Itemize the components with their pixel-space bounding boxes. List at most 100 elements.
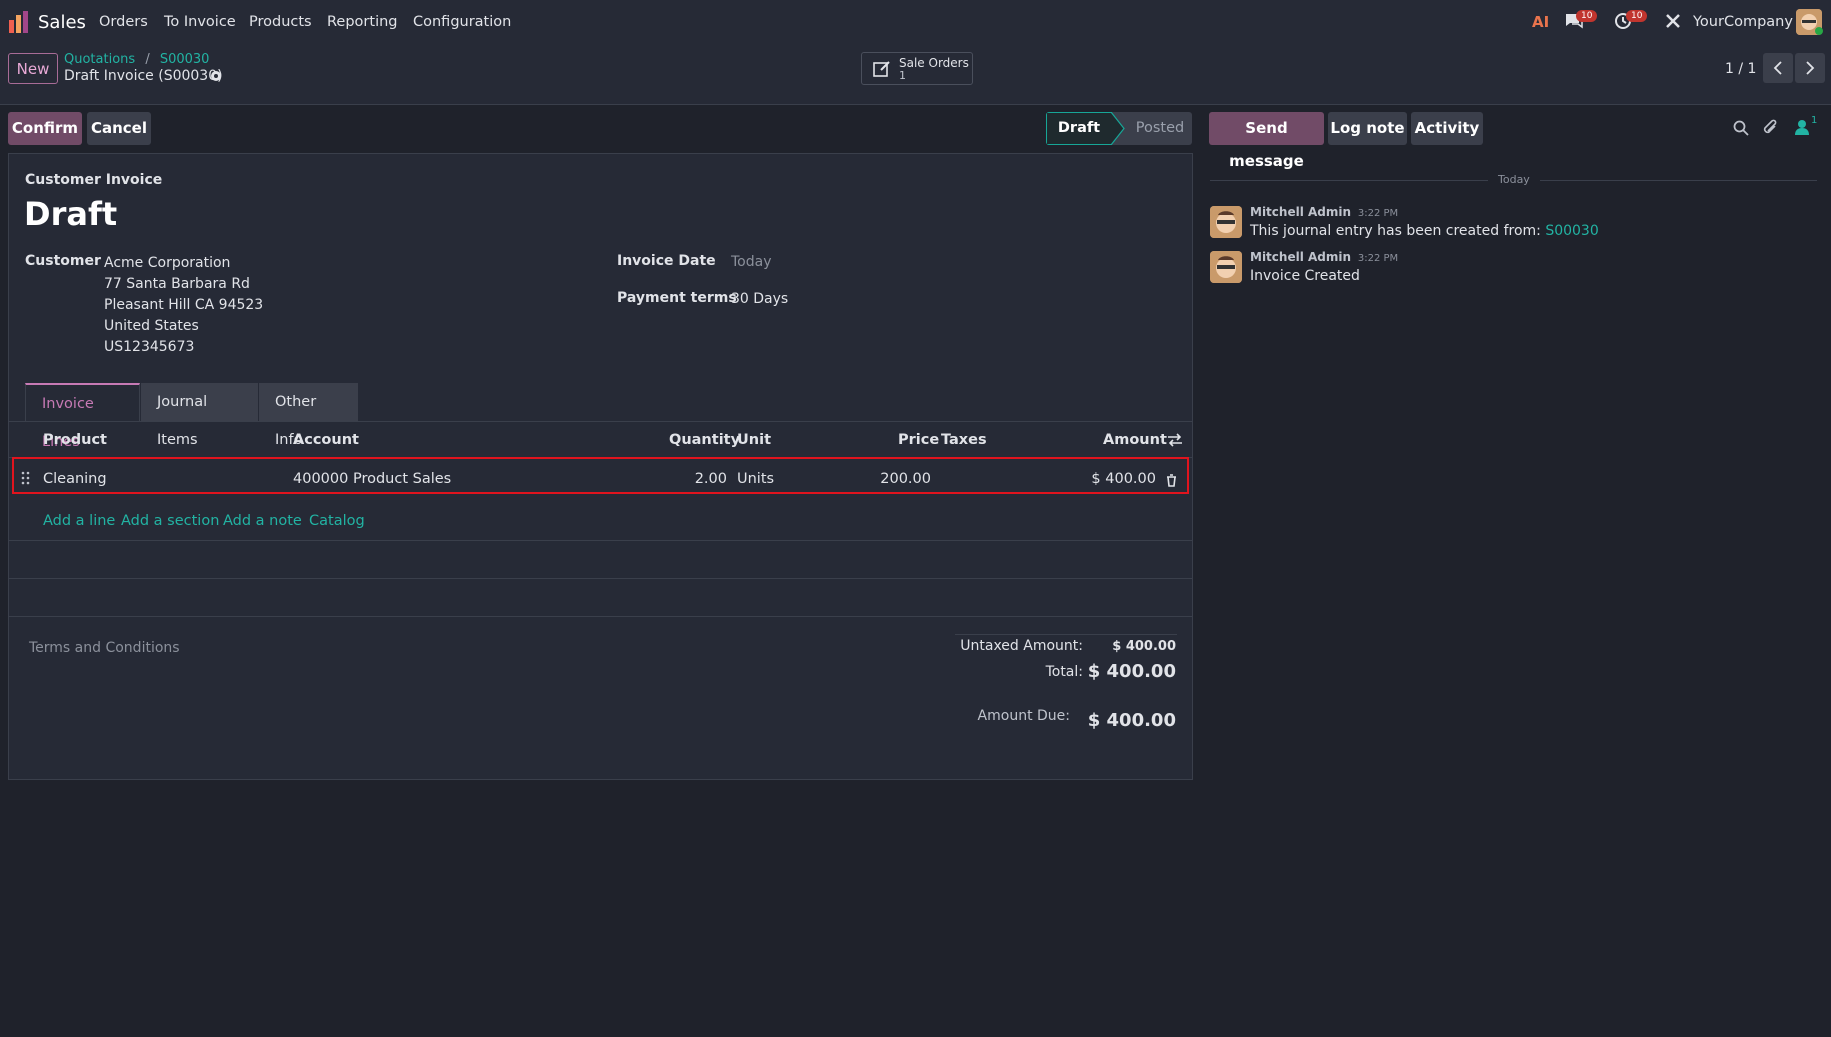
table-row[interactable] [12, 457, 1189, 494]
gear-icon[interactable] [209, 69, 223, 87]
menu-products[interactable]: Products [249, 14, 312, 30]
row-divider-3 [8, 616, 1193, 617]
message-record-link[interactable]: S00030 [1545, 223, 1598, 239]
online-status-dot [1815, 27, 1823, 35]
catalog-link[interactable]: Catalog [309, 513, 365, 529]
row-divider-2 [8, 578, 1193, 579]
new-button[interactable]: New [8, 53, 58, 84]
log-note-button[interactable]: Log note [1328, 112, 1407, 145]
payment-terms-field[interactable]: 30 Days [731, 291, 788, 307]
payment-terms-label: Payment terms [617, 290, 737, 306]
pager-next-button[interactable] [1795, 53, 1825, 83]
amount-due-value: $ 400.00 [1087, 710, 1176, 731]
app-name[interactable]: Sales [38, 12, 86, 33]
message-body: This journal entry has been created from… [1250, 223, 1599, 239]
col-account[interactable]: Account [293, 432, 359, 448]
customer-address[interactable]: Acme Corporation 77 Santa Barbara Rd Ple… [104, 253, 263, 358]
drag-handle-icon[interactable] [21, 471, 30, 485]
activities-badge: 10 [1626, 10, 1648, 22]
message-time: 3:22 PM [1357, 208, 1399, 219]
col-product[interactable]: Product [43, 432, 107, 448]
terms-and-conditions-field[interactable]: Terms and Conditions [29, 640, 180, 656]
totals-top-border [955, 634, 1177, 635]
message-header: Mitchell Admin 3:22 PM [1250, 205, 1398, 219]
smart-button-count: 1 [899, 69, 906, 82]
customer-country: United States [104, 318, 199, 334]
invoice-type-label: Customer Invoice [25, 172, 163, 188]
status-posted[interactable]: Posted [1128, 112, 1192, 145]
message-header: Mitchell Admin 3:22 PM [1250, 250, 1398, 264]
message-author[interactable]: Mitchell Admin [1250, 250, 1351, 264]
confirm-button[interactable]: Confirm [8, 112, 82, 145]
status-arrow [1111, 112, 1125, 145]
pager-previous-button[interactable] [1763, 53, 1793, 83]
status-draft[interactable]: Draft [1046, 112, 1112, 145]
debug-tools-icon[interactable] [1664, 12, 1682, 34]
col-price[interactable]: Price [898, 432, 939, 448]
cell-account[interactable]: 400000 Product Sales [293, 471, 451, 487]
breadcrumb-separator: / [145, 52, 150, 67]
cell-price[interactable]: 200.00 [860, 471, 931, 487]
invoice-date-label: Invoice Date [617, 253, 716, 269]
statusbar: Draft Posted [1046, 112, 1192, 145]
breadcrumb: Quotations / S00030 [64, 52, 209, 67]
chevron-right-icon [1806, 61, 1815, 75]
menu-orders[interactable]: Orders [99, 14, 148, 30]
optional-columns-icon[interactable] [1167, 433, 1183, 447]
edit-icon [873, 61, 890, 77]
menu-to-invoice[interactable]: To Invoice [164, 14, 236, 30]
add-note-link[interactable]: Add a note [223, 513, 302, 529]
search-icon[interactable] [1733, 120, 1749, 136]
col-quantity[interactable]: Quantity [669, 432, 740, 448]
tab-other-info[interactable]: Other Info [259, 383, 358, 448]
customer-street: 77 Santa Barbara Rd [104, 276, 250, 292]
message-author[interactable]: Mitchell Admin [1250, 205, 1351, 219]
sale-orders-smart-button[interactable]: Sale Orders 1 [861, 52, 973, 85]
tab-journal-items[interactable]: Journal Items [141, 383, 258, 448]
invoice-date-input[interactable]: Today [731, 254, 772, 270]
cell-product[interactable]: Cleaning [43, 471, 107, 487]
customer-city: Pleasant Hill CA 94523 [104, 297, 264, 313]
breadcrumb-order[interactable]: S00030 [160, 52, 210, 67]
sales-app-icon[interactable] [8, 10, 30, 34]
author-avatar[interactable] [1210, 206, 1242, 238]
customer-label: Customer [25, 253, 101, 269]
followers-icon[interactable] [1795, 119, 1809, 135]
breadcrumb-quotations[interactable]: Quotations [64, 52, 135, 67]
date-separator: Today [1488, 173, 1540, 186]
control-panel: New Quotations / S00030 Draft Invoice (S… [0, 44, 1831, 105]
tab-invoice-lines[interactable]: Invoice Lines [25, 383, 140, 450]
ai-icon[interactable]: AI [1532, 13, 1549, 31]
menu-configuration[interactable]: Configuration [413, 14, 511, 30]
messages-badge: 10 [1576, 10, 1598, 22]
trash-icon[interactable] [1166, 474, 1177, 487]
add-section-link[interactable]: Add a section [121, 513, 219, 529]
cell-quantity[interactable]: 2.00 [670, 471, 727, 487]
cancel-button[interactable]: Cancel [87, 112, 151, 145]
send-message-button[interactable]: Send message [1209, 112, 1324, 170]
cell-amount: $ 400.00 [1091, 471, 1156, 487]
top-navbar: Sales Orders To Invoice Products Reporti… [0, 0, 1831, 44]
smart-button-label: Sale Orders [899, 56, 969, 70]
paperclip-icon[interactable] [1763, 119, 1779, 136]
menu-reporting[interactable]: Reporting [327, 14, 398, 30]
message-text: This journal entry has been created from… [1250, 223, 1546, 239]
add-line-link[interactable]: Add a line [43, 513, 115, 529]
cell-unit[interactable]: Units [737, 471, 774, 487]
col-amount[interactable]: Amount [1103, 432, 1167, 448]
customer-name: Acme Corporation [104, 255, 231, 271]
invoice-state-title: Draft [24, 195, 118, 233]
activity-button[interactable]: Activity [1411, 112, 1483, 145]
total-label: Total: [1045, 664, 1083, 680]
untaxed-amount-label: Untaxed Amount: [960, 638, 1083, 654]
amount-due-label: Amount Due: [977, 708, 1070, 724]
total-value: $ 400.00 [1087, 661, 1176, 682]
row-divider-1 [8, 540, 1193, 541]
col-unit[interactable]: Unit [737, 432, 771, 448]
author-avatar[interactable] [1210, 251, 1242, 283]
col-taxes[interactable]: Taxes [941, 432, 987, 448]
pager-value[interactable]: 1 / 1 [1725, 61, 1756, 77]
company-switcher[interactable]: YourCompany [1693, 14, 1793, 30]
untaxed-amount-value: $ 400.00 [1112, 639, 1176, 654]
followers-count: 1 [1811, 115, 1818, 126]
